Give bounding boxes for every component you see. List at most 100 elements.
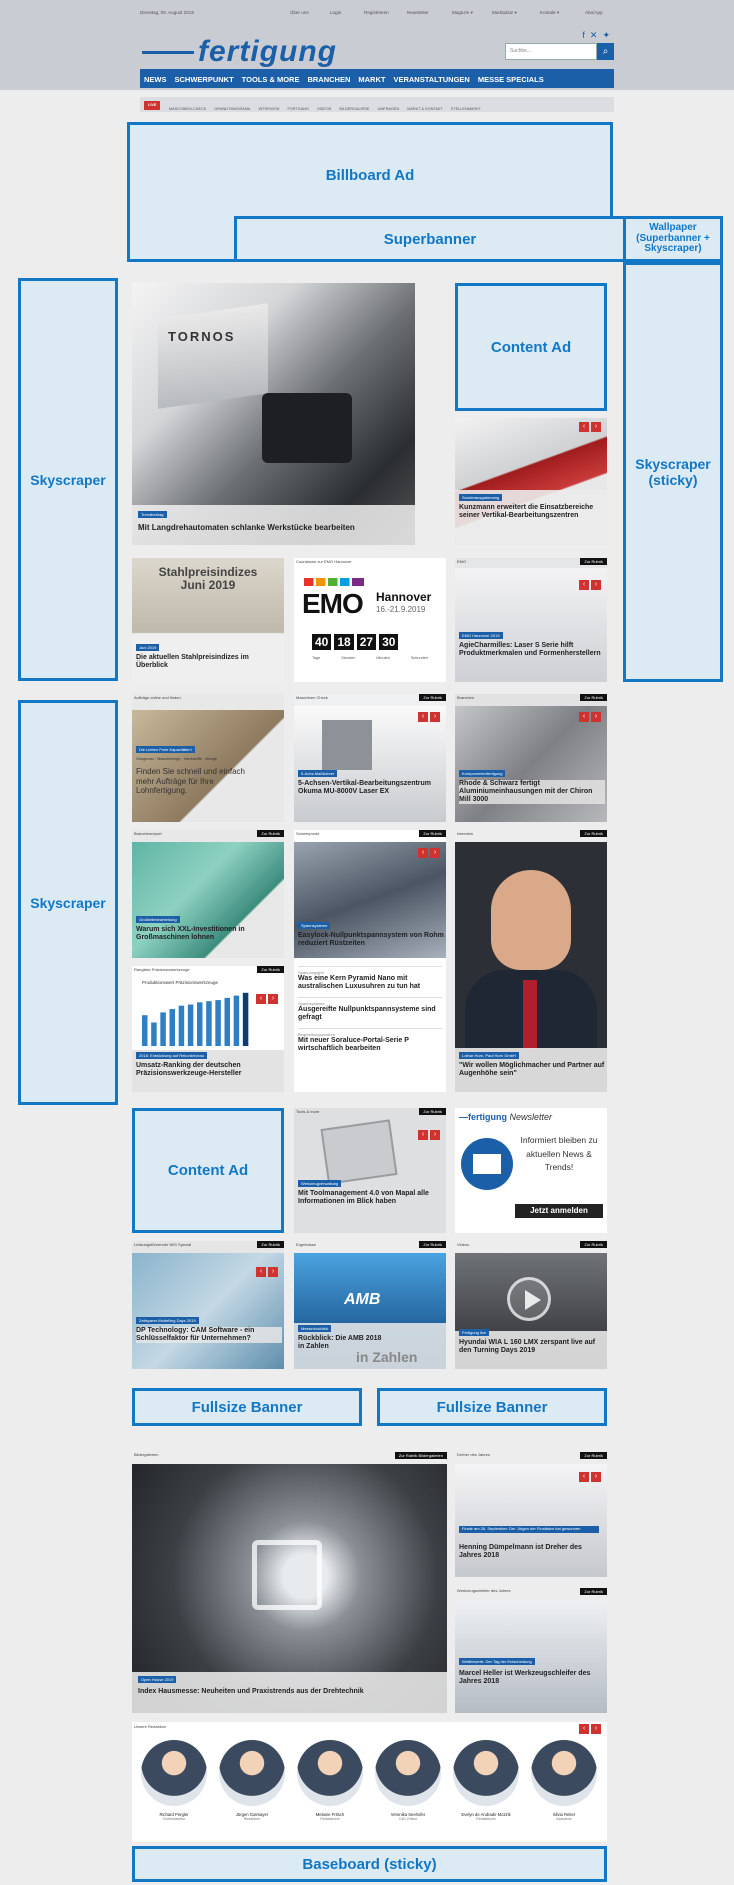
card-gross[interactable]: Branchenreport Zur Rubrik Großteilebearb… xyxy=(132,830,284,958)
subnav-item[interactable]: BILDERGALERIE xyxy=(335,102,373,117)
card-stahl[interactable]: Stahlpreisindizes Juni 2019 Juni 2019 Di… xyxy=(132,558,284,682)
superbanner-ad[interactable]: Superbanner xyxy=(234,216,626,262)
card-headline[interactable]: Warum sich XXL-Investitionen in Großmasc… xyxy=(136,926,282,942)
next-arrow-icon[interactable]: › xyxy=(430,712,440,722)
baseboard-ad[interactable]: Baseboard (sticky) xyxy=(132,1846,607,1882)
facebook-icon[interactable]: f xyxy=(582,30,585,40)
fullsize-banner-1[interactable]: Fullsize Banner xyxy=(132,1388,362,1426)
top-link[interactable]: Marktplatz ▾ xyxy=(492,10,517,16)
card-tools[interactable]: Tools & more Zur Rubrik ‹ › Werkzeugverw… xyxy=(294,1108,446,1233)
top-link[interactable]: Abo/App xyxy=(585,10,603,15)
subnav-item[interactable]: MASCHINEN-CHECK xyxy=(165,102,210,117)
next-arrow-icon[interactable]: › xyxy=(591,1724,601,1734)
card-cam[interactable]: Leistungsführender WIS Special Zur Rubri… xyxy=(132,1241,284,1369)
card-chiron[interactable]: Branchen Zur Rubrik ‹ › Komponentenferti… xyxy=(455,694,607,822)
card-headline[interactable]: Marcel Heller ist Werkzeugschleifer des … xyxy=(459,1670,605,1686)
next-arrow-icon[interactable]: › xyxy=(591,580,601,590)
card-newsletter[interactable]: —fertigung Newsletter Informiert bleiben… xyxy=(455,1108,607,1233)
card-headline[interactable]: "Wir wollen Möglichmacher und Partner au… xyxy=(459,1062,605,1078)
next-arrow-icon[interactable]: › xyxy=(268,994,278,1004)
top-link[interactable]: Login xyxy=(330,10,341,15)
rubric-link[interactable]: Zur Rubrik xyxy=(257,1241,284,1248)
card-headline[interactable]: Henning Dümpelmann ist Dreher des Jahres… xyxy=(459,1544,605,1560)
card-headline[interactable]: Hyundai WIA L 160 LMX zerspant live auf … xyxy=(459,1339,605,1355)
team-member[interactable]: Melanie Fritsch Redakteurin xyxy=(294,1740,366,1821)
nav-branchen[interactable]: BRANCHEN xyxy=(303,70,354,89)
card-spann[interactable]: Schwerpunkt Zur Rubrik ‹ › Spannsysteme … xyxy=(294,830,446,1092)
card-headline[interactable]: Easylock-Nullpunktspannsystem von Rohm r… xyxy=(298,932,444,948)
nav-tools[interactable]: TOOLS & MORE xyxy=(238,70,304,89)
nav-veranstaltungen[interactable]: VERANSTALTUNGEN xyxy=(389,70,473,89)
subnav-item[interactable]: VIDEOS xyxy=(313,102,335,117)
newsletter-signup-button[interactable]: Jetzt anmelden xyxy=(515,1204,603,1218)
skyscraper-sticky-ad[interactable]: Skyscraper (sticky) xyxy=(623,262,723,682)
card-headline[interactable]: Index Hausmesse: Neuheiten und Praxistre… xyxy=(138,1688,438,1696)
card-headline[interactable]: AgieCharmilles: Laser S Serie hilft Prod… xyxy=(459,642,605,658)
prev-arrow-icon[interactable]: ‹ xyxy=(256,1267,266,1277)
card-interview[interactable]: Interview Zur Rubrik Lothar Horn, Paul H… xyxy=(455,830,607,1092)
rubric-link[interactable]: Zur Rubrik xyxy=(419,1108,446,1115)
wallpaper-ad[interactable]: Wallpaper (Superbanner + Skyscraper) xyxy=(623,216,723,262)
play-icon[interactable] xyxy=(507,1277,551,1321)
card-headline[interactable]: Die aktuellen Stahlpreisindizes im Überb… xyxy=(136,654,282,670)
rubric-link[interactable]: Zur Rubrik xyxy=(580,1452,607,1459)
top-link[interactable]: Kontakt ▾ xyxy=(540,10,559,16)
nav-schwerpunkt[interactable]: SCHWERPUNKT xyxy=(171,70,238,89)
team-member[interactable]: Evelyn de Andrade Mozzik Redakteurin xyxy=(450,1740,522,1821)
skyscraper-left-ad-2[interactable]: Skyscraper xyxy=(18,700,118,1105)
skyscraper-left-ad-1[interactable]: Skyscraper xyxy=(18,278,118,681)
card-agie[interactable]: EMO Zur Rubrik ‹ › EMO Hannover 2019 Agi… xyxy=(455,558,607,682)
prev-arrow-icon[interactable]: ‹ xyxy=(579,580,589,590)
card-headline[interactable]: Kunzmann erweitert die Einsatzbereiche s… xyxy=(459,504,605,520)
rubric-link[interactable]: Zur Rubrik xyxy=(257,830,284,837)
nav-markt[interactable]: MARKT xyxy=(354,70,389,89)
card-dreher[interactable]: Dreher des Jahres Zur Rubrik ‹ › Finale … xyxy=(455,1450,607,1577)
prev-arrow-icon[interactable]: ‹ xyxy=(418,848,428,858)
rubric-link[interactable]: Zur Rubrik xyxy=(580,694,607,701)
subnav-item[interactable]: GRAND PANORAMA xyxy=(210,102,254,117)
prev-arrow-icon[interactable]: ‹ xyxy=(579,1472,589,1482)
team-member[interactable]: Richard Pergler Chefredakteur xyxy=(138,1740,210,1821)
card-schleifer[interactable]: Werkzeugschleifer des Jahres Zur Rubrik … xyxy=(455,1586,607,1713)
search-input[interactable]: Suchbe... xyxy=(505,43,597,60)
teaser-card[interactable]: TORNOS Trendbeitrag Mit Langdrehautomate… xyxy=(132,283,415,545)
prev-arrow-icon[interactable]: ‹ xyxy=(579,422,589,432)
fullsize-banner-2[interactable]: Fullsize Banner xyxy=(377,1388,607,1426)
content-ad-1[interactable]: Content Ad xyxy=(455,283,607,411)
card-headline[interactable]: DP Technology: CAM Software - ein Schlüs… xyxy=(136,1327,282,1344)
nav-news[interactable]: NEWS xyxy=(140,70,171,89)
next-arrow-icon[interactable]: › xyxy=(430,1130,440,1140)
card-amb[interactable]: Ergebnisse Zur Rubrik AMB Messerückblick… xyxy=(294,1241,446,1369)
card-kunzmann[interactable]: ‹ › Sonderausgabenang Kunzmann erweitert… xyxy=(455,418,607,545)
next-arrow-icon[interactable]: › xyxy=(591,1472,601,1482)
next-arrow-icon[interactable]: › xyxy=(591,422,601,432)
top-link[interactable]: Newsletter xyxy=(407,10,429,15)
prev-arrow-icon[interactable]: ‹ xyxy=(418,1130,428,1140)
twitter-icon[interactable]: ✦ xyxy=(602,30,610,40)
card-gallery[interactable]: Bildergalerien Zur Rubrik Bildergalerien… xyxy=(132,1450,447,1713)
prev-arrow-icon[interactable]: ‹ xyxy=(579,1724,589,1734)
card-hyundai[interactable]: Videos Zur Rubrik Fertigung live Hyundai… xyxy=(455,1241,607,1369)
card-auftraege[interactable]: Aufträge online und finden Die Lieben Fr… xyxy=(132,694,284,822)
card-headline[interactable]: Rhode & Schwarz fertigt Aluminiumeinhaus… xyxy=(459,780,605,805)
teaser-headline[interactable]: Mit Langdrehautomaten schlanke Werkstück… xyxy=(138,523,408,532)
top-link[interactable]: Registrieren xyxy=(364,10,389,15)
rubric-link[interactable]: Zur Rubrik xyxy=(580,1588,607,1595)
card-okuma[interactable]: Maschinen Check Zur Rubrik ‹ › 5-Achs-Ma… xyxy=(294,694,446,822)
team-member[interactable]: Veronika Seehofer CvD Online xyxy=(372,1740,444,1821)
card-ranking[interactable]: Rangliste Präzisionswerkzeuge Zur Rubrik… xyxy=(132,966,284,1092)
related-item[interactable]: Was eine Kern Pyramid Nano mit australis… xyxy=(298,975,442,991)
related-item[interactable]: Mit neuer Soraluce-Portal-Serie P wirtsc… xyxy=(298,1037,442,1053)
nav-messe-specials[interactable]: MESSE SPECIALS xyxy=(474,70,548,89)
rubric-link[interactable]: Zur Rubrik xyxy=(580,830,607,837)
team-member[interactable]: Jürgen Gutmayer Redakteur xyxy=(216,1740,288,1821)
card-headline[interactable]: 5-Achsen-Vertikal-Bearbeitungszentrum Ok… xyxy=(298,780,444,796)
prev-arrow-icon[interactable]: ‹ xyxy=(418,712,428,722)
related-item[interactable]: Ausgereifte Nullpunktspannsysteme sind g… xyxy=(298,1006,442,1022)
xing-icon[interactable]: ✕ xyxy=(590,30,598,40)
card-body[interactable]: Finden Sie schnell und einfach mehr Auft… xyxy=(136,767,256,796)
top-link[interactable]: Magazin ▾ xyxy=(452,10,473,16)
card-emo[interactable]: Countdown zur EMO Hannover EMO Hannover … xyxy=(294,558,446,682)
site-logo[interactable]: fertigung xyxy=(140,33,350,69)
search-button[interactable]: ⌕ xyxy=(597,43,614,60)
